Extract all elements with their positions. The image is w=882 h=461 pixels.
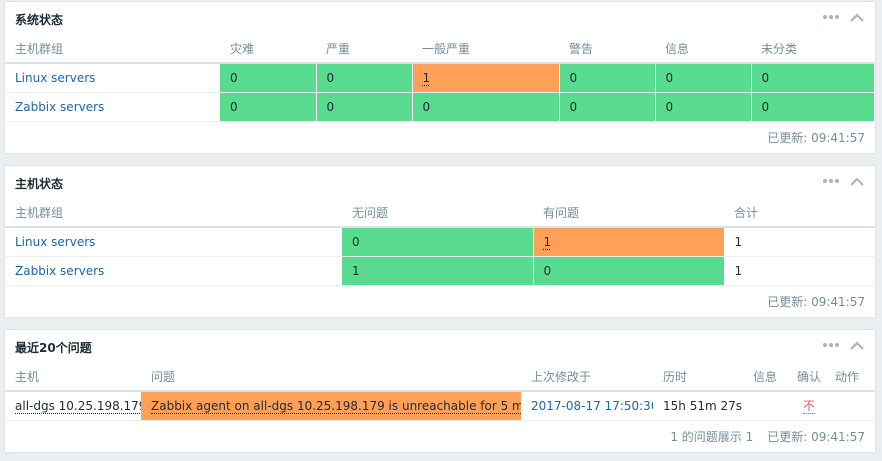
collapse-icon[interactable]: [849, 336, 865, 354]
collapse-icon[interactable]: [849, 172, 865, 190]
ack-link[interactable]: 不: [802, 399, 815, 415]
table-row: Linux servers 0 1 1: [5, 227, 875, 257]
severity-cell: 0: [220, 63, 317, 93]
age-cell: 15h 51m 27s: [653, 391, 743, 421]
column-header: 主机: [5, 363, 141, 392]
severity-cell: 0: [751, 63, 875, 93]
updated-time: 已更新: 09:41:57: [767, 430, 865, 444]
widget-footer: 已更新: 09:41:57: [5, 122, 875, 154]
last-change-link[interactable]: 2017-08-17 17:50:30: [531, 399, 653, 413]
severity-cell: 0: [316, 63, 413, 93]
column-header: 上次修改于: [521, 363, 653, 392]
updated-time: 已更新: 09:41:57: [767, 295, 865, 309]
column-header: 一般严重: [412, 35, 559, 64]
widget-header: 系统状态: [5, 2, 875, 35]
problem-count-cell: 1: [533, 227, 725, 257]
widget-menu-icon[interactable]: [821, 172, 841, 190]
column-header: 确认: [787, 363, 831, 392]
widget-header: 主机状态: [5, 166, 875, 199]
column-header: 问题: [141, 363, 521, 392]
widget-menu-icon[interactable]: [821, 336, 841, 354]
problem-count-text: 1 的问题展示 1: [670, 430, 754, 444]
recent-problems-table: 主机 问题 上次修改于 历时 信息 确认 动作 all-dgs 10.25.19…: [5, 363, 875, 421]
problem-count-link[interactable]: 1: [544, 235, 552, 249]
column-header: 主机群组: [5, 199, 342, 228]
widget-title: 最近20个问题: [15, 341, 92, 355]
host-group-link[interactable]: Zabbix servers: [15, 100, 104, 114]
column-header: 严重: [316, 35, 412, 64]
problem-cell: Zabbix agent on all-dgs 10.25.198.179 is…: [141, 391, 521, 421]
table-row: all-dgs 10.25.198.179 Zabbix agent on al…: [5, 391, 875, 421]
table-row: Zabbix servers 1 0 1: [5, 256, 875, 286]
system-status-table: 主机群组 灾难 严重 一般严重 警告 信息 未分类 Linux servers …: [5, 35, 875, 122]
problem-count-link[interactable]: 1: [423, 71, 431, 85]
column-header: 信息: [655, 35, 751, 64]
widget-footer: 已更新: 09:41:57: [5, 286, 875, 318]
severity-cell: 0: [559, 63, 656, 93]
severity-cell: 0: [559, 92, 656, 122]
host-group-link[interactable]: Linux servers: [15, 235, 95, 249]
ok-count-cell: 0: [342, 227, 534, 257]
table-row: Linux servers 0 0 1 0 0 0: [5, 63, 875, 93]
problem-count-cell: 0: [533, 256, 725, 286]
info-cell: [743, 391, 787, 421]
host-group-link[interactable]: Linux servers: [15, 71, 95, 85]
system-status-widget: 系统状态 主机群组 灾难 严重 一般严重 警告 信息 未分类 Linux ser…: [4, 1, 876, 154]
host-link[interactable]: all-dgs 10.25.198.179: [15, 398, 141, 414]
collapse-icon[interactable]: [849, 8, 865, 26]
widget-menu-icon[interactable]: [821, 8, 841, 26]
severity-cell: 0: [412, 92, 560, 122]
column-header: 主机群组: [5, 35, 220, 64]
updated-time: 已更新: 09:41:57: [767, 131, 865, 145]
total-count-cell: 1: [724, 256, 875, 286]
widget-header: 最近20个问题: [5, 330, 875, 363]
recent-problems-widget: 最近20个问题 主机 问题 上次修改于 历时 信息 确认 动作 all-dgs …: [4, 329, 876, 453]
severity-cell: 1: [412, 63, 560, 93]
actions-cell: [831, 391, 875, 421]
severity-cell: 0: [220, 92, 317, 122]
column-header: 历时: [653, 363, 743, 392]
total-count-cell: 1: [724, 227, 875, 257]
column-header: 合计: [724, 199, 875, 228]
column-header: 有问题: [533, 199, 724, 228]
severity-cell: 0: [751, 92, 875, 122]
widget-footer: 1 的问题展示 1 已更新: 09:41:57: [5, 421, 875, 453]
column-header: 动作: [831, 363, 875, 392]
widget-title: 系统状态: [15, 13, 64, 27]
host-status-table: 主机群组 无问题 有问题 合计 Linux servers 0 1 1 Zabb…: [5, 199, 875, 286]
column-header: 无问题: [342, 199, 533, 228]
column-header: 未分类: [751, 35, 875, 64]
widget-title: 主机状态: [15, 177, 64, 191]
severity-cell: 0: [655, 63, 752, 93]
problem-link[interactable]: Zabbix agent on all-dgs 10.25.198.179 is…: [151, 398, 521, 414]
ok-count-cell: 1: [342, 256, 534, 286]
host-group-link[interactable]: Zabbix servers: [15, 264, 104, 278]
column-header: 信息: [743, 363, 787, 392]
column-header: 灾难: [220, 35, 316, 64]
host-status-widget: 主机状态 主机群组 无问题 有问题 合计 Linux servers 0 1 1…: [4, 165, 876, 318]
severity-cell: 0: [316, 92, 413, 122]
table-row: Zabbix servers 0 0 0 0 0 0: [5, 92, 875, 122]
column-header: 警告: [559, 35, 655, 64]
severity-cell: 0: [655, 92, 752, 122]
